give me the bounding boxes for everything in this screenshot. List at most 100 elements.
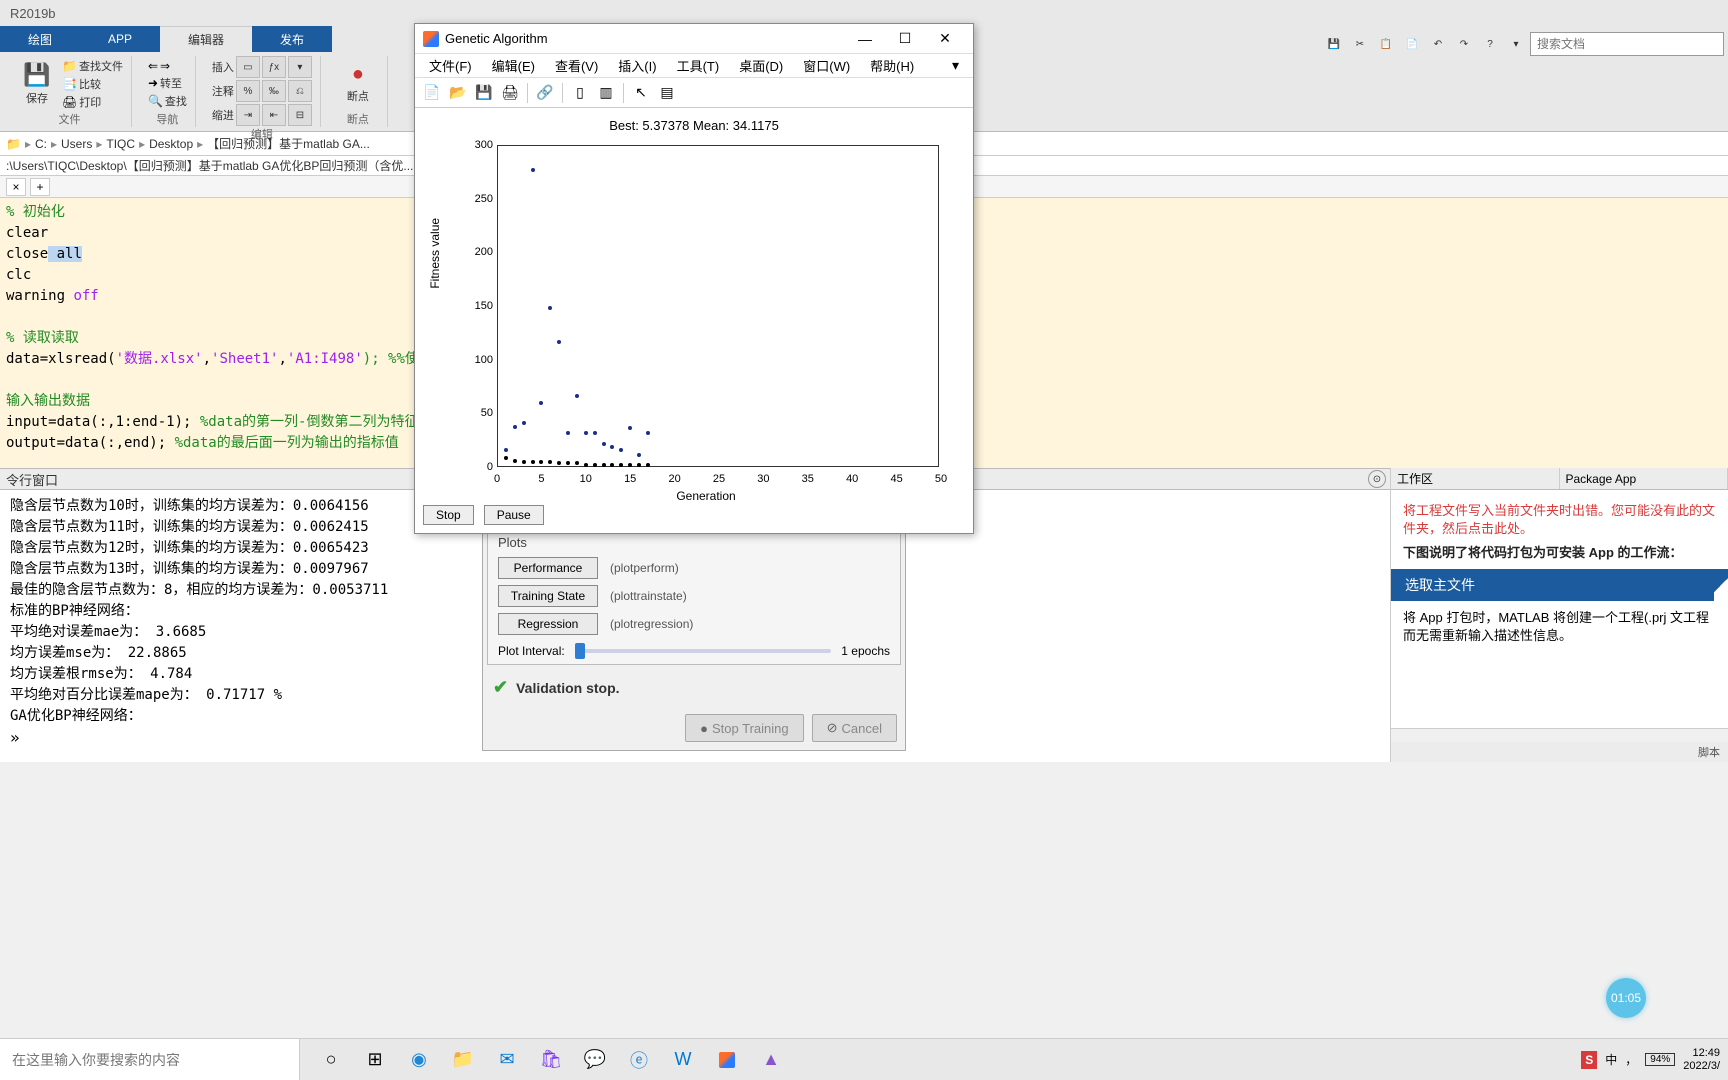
breakpoint-button[interactable]: ● 断点 xyxy=(337,57,379,111)
menu-view[interactable]: 查看(V) xyxy=(547,56,606,75)
section-icon[interactable]: ▭ xyxy=(236,56,260,78)
crumb-tiqc[interactable]: TIQC xyxy=(106,137,135,151)
store-icon[interactable]: 🛍 xyxy=(538,1047,564,1073)
indent-icon[interactable]: ⇥ xyxy=(236,104,260,126)
goto-label[interactable]: 转至 xyxy=(160,75,182,91)
print-icon[interactable]: 🖨 xyxy=(62,95,77,109)
taskbar-search[interactable]: 在这里输入你要搜索的内容 xyxy=(0,1039,300,1080)
tab-editor[interactable]: 编辑器 xyxy=(160,26,252,52)
training-state-button[interactable]: Training State xyxy=(498,585,598,607)
cancel-button[interactable]: ⊘Cancel xyxy=(812,714,897,742)
tab-plot[interactable]: 绘图 xyxy=(0,26,80,52)
crumb-project[interactable]: 【回归预测】基于matlab GA... xyxy=(207,135,370,152)
back-icon[interactable]: ⇐ xyxy=(148,59,158,73)
workspace-tab[interactable]: 工作区 xyxy=(1391,468,1560,489)
layout1-icon[interactable]: ▯ xyxy=(569,82,591,104)
ga-titlebar[interactable]: Genetic Algorithm — ☐ ✕ xyxy=(415,24,973,54)
comment-label[interactable]: 注释 xyxy=(212,83,234,99)
forward-icon[interactable]: ⇒ xyxy=(160,59,170,73)
sogou-icon[interactable]: S xyxy=(1581,1051,1597,1069)
menu-window[interactable]: 窗口(W) xyxy=(795,56,858,75)
save-icon[interactable]: 💾 xyxy=(1322,32,1346,56)
maximize-icon[interactable]: ☐ xyxy=(885,25,925,53)
horizontal-scrollbar[interactable] xyxy=(1391,728,1728,742)
pointer-icon[interactable]: ↖ xyxy=(630,82,652,104)
menu-edit[interactable]: 编辑(E) xyxy=(484,56,543,75)
regression-button[interactable]: Regression xyxy=(498,613,598,635)
word-icon[interactable]: W xyxy=(670,1047,696,1073)
paste-icon[interactable]: 📄 xyxy=(1400,32,1424,56)
find-files-label[interactable]: 查找文件 xyxy=(79,58,123,74)
dropdown-icon[interactable]: ▾ xyxy=(1504,32,1528,56)
compare-icon[interactable]: 📑 xyxy=(62,77,77,91)
cortana-icon[interactable]: ○ xyxy=(318,1047,344,1073)
new-figure-icon[interactable]: 📄 xyxy=(421,82,443,104)
step-select-main-file[interactable]: 选取主文件 xyxy=(1391,569,1728,601)
menu-insert[interactable]: 插入(I) xyxy=(610,56,664,75)
menu-desktop[interactable]: 桌面(D) xyxy=(731,56,791,75)
find-icon[interactable]: 🔍 xyxy=(148,94,163,108)
print-figure-icon[interactable]: 🖨 xyxy=(499,82,521,104)
crumb-c[interactable]: C: xyxy=(35,137,47,151)
explorer-icon[interactable]: 📁 xyxy=(450,1047,476,1073)
package-app-tab[interactable]: Package App xyxy=(1560,468,1728,489)
find-files-icon[interactable]: 📁 xyxy=(62,59,77,73)
layout2-icon[interactable]: ▥ xyxy=(595,82,617,104)
wechat-icon[interactable]: 💬 xyxy=(582,1047,608,1073)
save-figure-icon[interactable]: 💾 xyxy=(473,82,495,104)
close-tab-icon[interactable]: × xyxy=(6,178,26,196)
close-icon[interactable]: ✕ xyxy=(925,25,965,53)
goto-icon[interactable]: ➜ xyxy=(148,76,158,90)
menu-tools[interactable]: 工具(T) xyxy=(669,56,728,75)
uncomment-icon[interactable]: ‰ xyxy=(262,80,286,102)
expand-icon[interactable]: ⊙ xyxy=(1368,470,1386,488)
databrush-icon[interactable]: ▤ xyxy=(656,82,678,104)
link-icon[interactable]: 🔗 xyxy=(534,82,556,104)
comment-icon[interactable]: % xyxy=(236,80,260,102)
battery-status[interactable]: 94% xyxy=(1645,1053,1675,1066)
minimize-icon[interactable]: — xyxy=(845,25,885,53)
insert-label[interactable]: 插入 xyxy=(212,59,234,75)
menu-help[interactable]: 帮助(H) xyxy=(862,56,922,75)
save-button[interactable]: 💾 保存 xyxy=(16,57,58,111)
indent-label[interactable]: 缩进 xyxy=(212,107,234,123)
folder-icon[interactable]: 📁 xyxy=(6,137,21,151)
search-docs[interactable] xyxy=(1530,32,1724,56)
menu-more-icon[interactable]: ▾ xyxy=(944,57,967,74)
ime-punct[interactable]: ， xyxy=(1625,1051,1637,1068)
copy-icon[interactable]: 📋 xyxy=(1374,32,1398,56)
var-icon[interactable]: ▾ xyxy=(288,56,312,78)
find-label[interactable]: 查找 xyxy=(165,93,187,109)
redo-icon[interactable]: ↷ xyxy=(1452,32,1476,56)
open-icon[interactable]: 📂 xyxy=(447,82,469,104)
pause-button[interactable]: Pause xyxy=(484,505,544,525)
smartindent-icon[interactable]: ⊟ xyxy=(288,104,312,126)
compare-label[interactable]: 比较 xyxy=(79,76,101,92)
menu-file[interactable]: 文件(F) xyxy=(421,56,480,75)
search-docs-input[interactable] xyxy=(1530,32,1724,56)
app-icon[interactable]: ▲ xyxy=(758,1047,784,1073)
help-icon[interactable]: ? xyxy=(1478,32,1502,56)
tab-app[interactable]: APP xyxy=(80,26,160,52)
system-clock[interactable]: 12:49 2022/3/ xyxy=(1683,1047,1720,1073)
fx-icon[interactable]: ƒx xyxy=(262,56,286,78)
stop-button[interactable]: Stop xyxy=(423,505,474,525)
crumb-users[interactable]: Users xyxy=(61,137,92,151)
tab-publish[interactable]: 发布 xyxy=(252,26,332,52)
stop-training-button[interactable]: ●Stop Training xyxy=(685,714,803,742)
wrap-icon[interactable]: ⎌ xyxy=(288,80,312,102)
outdent-icon[interactable]: ⇤ xyxy=(262,104,286,126)
edge-icon[interactable]: ◉ xyxy=(406,1047,432,1073)
new-tab-icon[interactable]: + xyxy=(30,178,50,196)
plot-interval-slider[interactable] xyxy=(575,649,832,653)
print-label[interactable]: 打印 xyxy=(79,94,101,110)
matlab-icon[interactable] xyxy=(714,1047,740,1073)
mail-icon[interactable]: ✉ xyxy=(494,1047,520,1073)
cut-icon[interactable]: ✂ xyxy=(1348,32,1372,56)
crumb-desktop[interactable]: Desktop xyxy=(149,137,193,151)
ie-icon[interactable]: ⓔ xyxy=(626,1047,652,1073)
undo-icon[interactable]: ↶ xyxy=(1426,32,1450,56)
performance-button[interactable]: Performance xyxy=(498,557,598,579)
scatter-chart[interactable]: Fitness value Generation 050100150200250… xyxy=(465,137,947,497)
task-view-icon[interactable]: ⊞ xyxy=(362,1047,388,1073)
